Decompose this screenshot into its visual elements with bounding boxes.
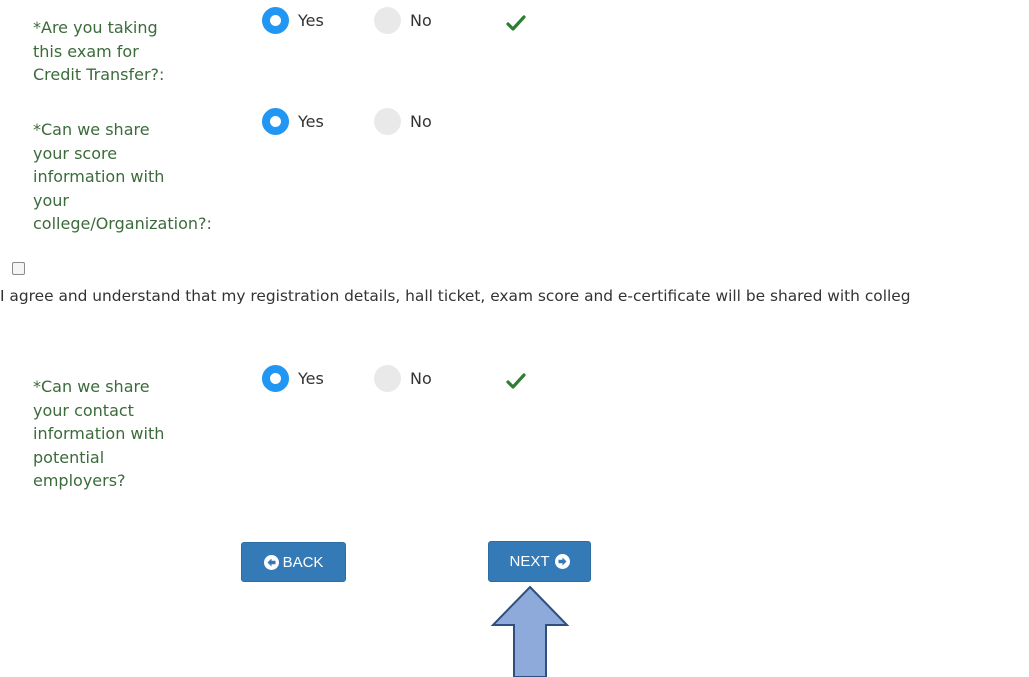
credit-transfer-no-radio[interactable] <box>374 7 401 34</box>
share-contact-yes-label: Yes <box>298 369 324 388</box>
circle-arrow-left-icon <box>263 554 279 570</box>
share-contact-yes-option[interactable]: Yes <box>262 365 324 392</box>
credit-transfer-yes-option[interactable]: Yes <box>262 7 324 34</box>
share-contact-no-radio[interactable] <box>374 365 401 392</box>
back-button[interactable]: BACK <box>241 542 346 582</box>
credit-transfer-no-option[interactable]: No <box>374 7 432 34</box>
agreement-text: I agree and understand that my registrat… <box>0 287 911 305</box>
question-credit-transfer-label: *Are you taking this exam for Credit Tra… <box>33 18 165 84</box>
circle-arrow-right-icon <box>554 554 570 569</box>
back-button-label: BACK <box>282 553 324 571</box>
credit-transfer-no-label: No <box>410 11 432 30</box>
share-score-no-radio[interactable] <box>374 108 401 135</box>
credit-transfer-yes-radio[interactable] <box>262 7 289 34</box>
registration-form: *Are you taking this exam for Credit Tra… <box>0 0 1029 677</box>
next-button-label: NEXT <box>509 553 550 570</box>
checkmark-icon <box>506 371 526 391</box>
share-score-no-label: No <box>410 112 432 131</box>
share-contact-yes-radio[interactable] <box>262 365 289 392</box>
share-score-yes-radio[interactable] <box>262 108 289 135</box>
share-contact-no-option[interactable]: No <box>374 365 432 392</box>
share-score-no-option[interactable]: No <box>374 108 432 135</box>
question-share-score-label: *Can we share your score information wit… <box>33 120 212 233</box>
share-score-yes-option[interactable]: Yes <box>262 108 324 135</box>
checkmark-icon <box>506 13 526 33</box>
agreement-checkbox[interactable] <box>12 262 25 275</box>
question-share-contact-label: *Can we share your contact information w… <box>33 377 165 490</box>
up-arrow-annotation <box>490 585 570 677</box>
share-score-yes-label: Yes <box>298 112 324 131</box>
credit-transfer-yes-label: Yes <box>298 11 324 30</box>
next-button[interactable]: NEXT <box>488 541 591 582</box>
share-contact-no-label: No <box>410 369 432 388</box>
